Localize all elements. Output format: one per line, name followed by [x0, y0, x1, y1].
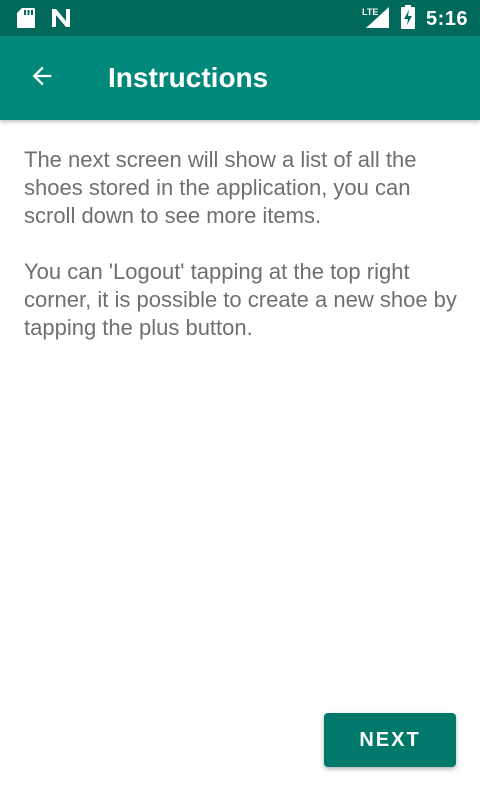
instructions-paragraph-2: You can 'Logout' tapping at the top righ…: [24, 259, 457, 340]
lte-signal-icon: LTE: [362, 5, 390, 34]
status-time: 5:16: [425, 8, 468, 30]
status-bar: LTE 5:16: [0, 0, 480, 36]
status-right-icons: LTE 5:16: [362, 5, 468, 34]
arrow-left-icon: [28, 62, 56, 95]
back-button[interactable]: [24, 60, 60, 96]
battery-charging-icon: [400, 5, 416, 34]
sd-card-icon: [16, 7, 36, 34]
page-title: Instructions: [108, 62, 269, 93]
network-label: LTE: [362, 7, 378, 17]
next-button[interactable]: NEXT: [324, 713, 456, 767]
instructions-paragraph-1: The next screen will show a list of all …: [24, 147, 417, 228]
app-bar: Instructions: [0, 36, 480, 120]
instructions-content: The next screen will show a list of all …: [24, 146, 464, 342]
n-notification-icon: [50, 7, 72, 34]
status-left-icons: [16, 7, 72, 34]
